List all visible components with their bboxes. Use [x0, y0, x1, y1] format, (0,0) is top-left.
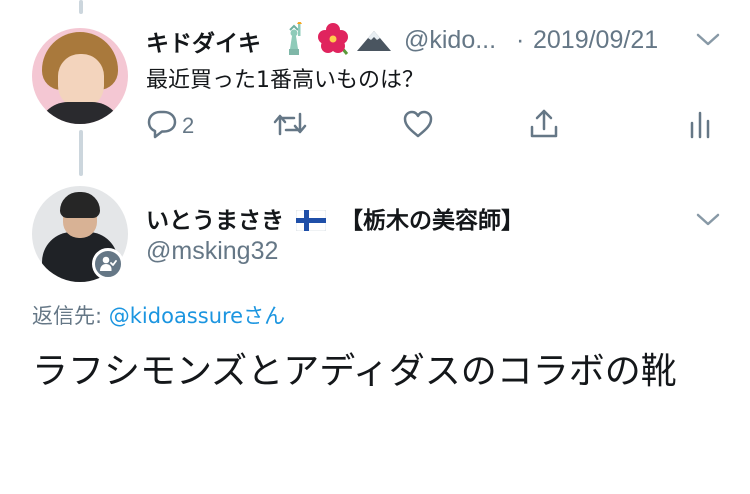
share-button[interactable]	[528, 108, 560, 144]
chevron-down-icon[interactable]	[696, 212, 720, 231]
thread-line-top	[79, 0, 83, 14]
heart-icon	[402, 109, 434, 143]
separator-dot: ·	[516, 26, 525, 54]
reply-count: 2	[182, 113, 195, 138]
chevron-down-icon[interactable]	[696, 32, 720, 51]
like-button[interactable]	[402, 110, 434, 142]
reply-icon	[146, 109, 178, 143]
retweet-icon	[272, 110, 308, 142]
mention-suffix[interactable]: さん	[243, 304, 285, 328]
mountain-icon	[356, 28, 392, 56]
reply-author-handle[interactable]: @msking32	[146, 237, 278, 266]
replying-to: 返信先: @kidoassureさん	[32, 304, 286, 328]
avatar[interactable]	[32, 28, 128, 124]
reply-button[interactable]: 2	[146, 110, 194, 142]
mention-link[interactable]: @kidoassure	[109, 304, 243, 328]
parent-author-handle[interactable]: @kido...	[404, 26, 496, 55]
hibiscus-icon	[316, 22, 350, 60]
follow-badge-icon	[92, 248, 124, 280]
reply-author-name[interactable]: いとうまさき 【栃木の美容師】	[146, 201, 524, 237]
statue-of-liberty-icon	[280, 20, 308, 60]
parent-tweet-text: 最近買った1番高いものは？	[146, 68, 424, 93]
finland-flag-icon	[295, 209, 327, 237]
thread-line-connector	[79, 130, 83, 176]
share-icon	[528, 108, 560, 144]
analytics-icon	[688, 109, 712, 143]
retweet-button[interactable]	[272, 110, 308, 142]
parent-author-name[interactable]: キドダイキ	[146, 24, 261, 58]
tweet-date[interactable]: 2019/09/21	[533, 26, 658, 55]
analytics-button[interactable]	[688, 110, 712, 142]
reply-tweet-text: ラフシモンズとアディダスのコラボの靴	[32, 351, 677, 392]
